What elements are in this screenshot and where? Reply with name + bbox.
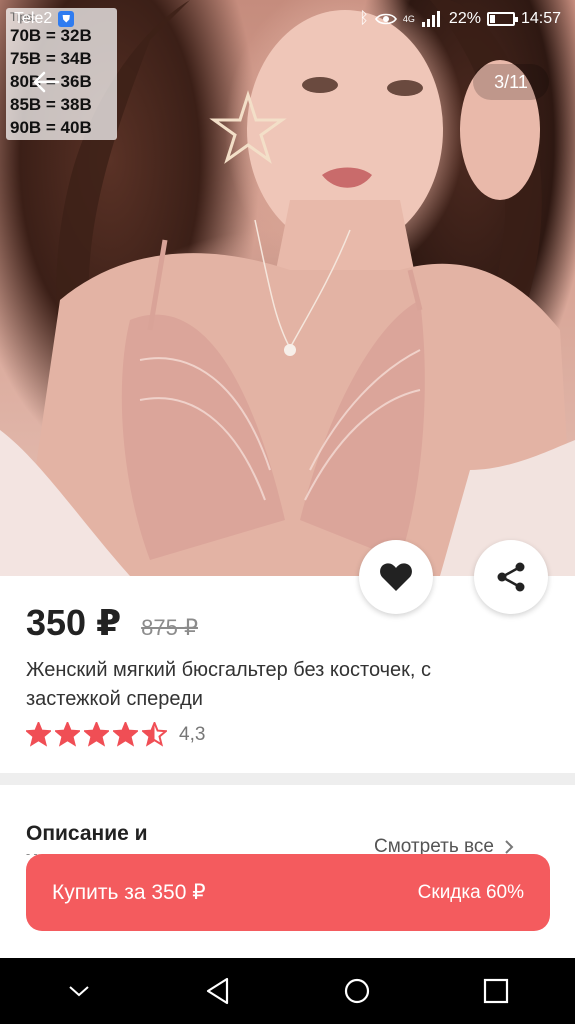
product-title: Женский мягкий бюсгальтер без косточек, … — [26, 659, 432, 710]
clock: 14:57 — [520, 10, 561, 27]
buy-button-label: Купить за 350 ₽ — [52, 881, 206, 904]
chevron-right-icon — [505, 840, 514, 854]
heart-icon — [380, 563, 412, 591]
carrier-name: Tele2 — [14, 10, 53, 27]
star-icon — [84, 722, 109, 747]
status-bar: Tele2 ⛊ ᛒ 4G 22% 14:57 — [0, 0, 575, 38]
signal-icon — [421, 11, 440, 27]
square-recents-icon — [483, 978, 508, 1004]
eye-icon — [374, 13, 397, 25]
gallery-counter: 3/11 — [473, 64, 549, 100]
vpn-shield-icon: ⛊ — [58, 11, 75, 27]
nav-hide-button[interactable] — [49, 966, 109, 1016]
battery-percent: 22% — [448, 10, 481, 27]
chevron-down-icon — [69, 986, 90, 997]
network-type: 4G — [402, 13, 415, 24]
star-icon — [142, 722, 167, 747]
circle-home-icon — [344, 978, 369, 1004]
price-row: 350 ₽ 875 ₽ — [26, 602, 198, 644]
current-price: 350 ₽ — [26, 602, 122, 643]
triangle-back-icon — [207, 977, 229, 1005]
discount-label: Скидка 60% — [417, 881, 524, 903]
battery-icon — [486, 12, 518, 26]
share-icon — [497, 562, 525, 592]
star-icon — [55, 722, 80, 747]
size-chart-row: 90B = 40B — [10, 118, 92, 137]
battery-fill — [489, 15, 495, 23]
share-button[interactable] — [474, 540, 548, 614]
section-divider — [0, 773, 575, 785]
favorite-button[interactable] — [359, 540, 433, 614]
star-icon — [26, 722, 51, 747]
rating[interactable]: 4,3 — [26, 722, 205, 747]
system-nav-bar — [0, 958, 575, 1024]
nav-back-button[interactable] — [188, 966, 248, 1016]
arrow-left-icon — [33, 71, 60, 93]
buy-button[interactable]: Купить за 350 ₽ Скидка 60% — [26, 854, 550, 931]
description-heading: Описание и характеристики — [26, 822, 190, 855]
back-button[interactable] — [28, 64, 64, 100]
rating-value: 4,3 — [179, 723, 206, 745]
rating-stars — [26, 722, 167, 747]
star-icon — [113, 722, 138, 747]
bluetooth-icon: ᛒ — [359, 10, 369, 27]
nav-recents-button[interactable] — [466, 966, 526, 1016]
nav-home-button[interactable] — [327, 966, 387, 1016]
old-price: 875 ₽ — [141, 615, 198, 640]
